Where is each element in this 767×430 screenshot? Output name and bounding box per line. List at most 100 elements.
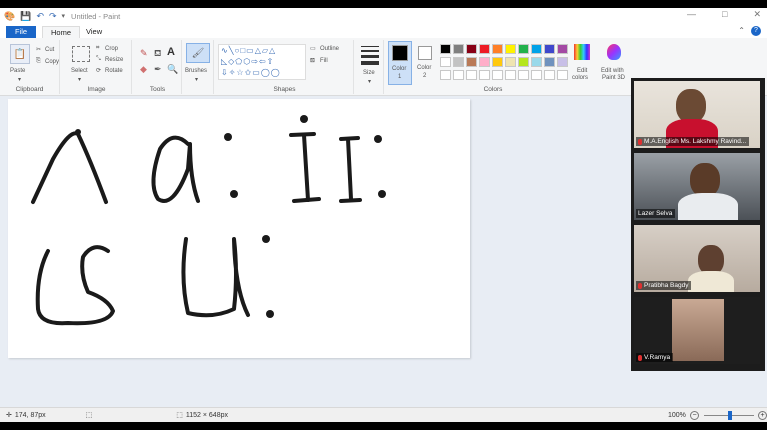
participant-name: Pratibha Bagdy	[644, 282, 689, 289]
color-picker-icon[interactable]: ✒	[154, 64, 162, 75]
undo-icon[interactable]: ↶	[36, 11, 44, 22]
color-swatch[interactable]	[518, 44, 529, 54]
cut-icon[interactable]: ✂	[36, 46, 41, 53]
crop-icon[interactable]: ⌗	[96, 45, 99, 52]
participant-tile[interactable]: M.A.English Ms. Lakshmy Ravind...	[634, 81, 760, 148]
color-swatch[interactable]	[453, 57, 464, 67]
color-swatch[interactable]	[531, 44, 542, 54]
custom-color-slot[interactable]	[466, 70, 477, 80]
participant-name-label: Pratibha Bagdy	[636, 281, 692, 290]
custom-color-slot[interactable]	[479, 70, 490, 80]
paste-button[interactable]: Paste	[10, 68, 25, 74]
copy-button[interactable]: Copy	[45, 59, 59, 65]
participant-tile[interactable]: Pratibha Bagdy	[634, 225, 760, 292]
color1-button[interactable]: Color 1	[388, 41, 412, 85]
paste-dropdown-icon[interactable]: ▾	[18, 76, 21, 83]
participant-name: Lazer Selva	[638, 210, 673, 217]
color-swatch[interactable]	[544, 44, 555, 54]
participant-tile[interactable]: Lazer Selva	[634, 153, 760, 220]
color-swatch[interactable]	[557, 44, 568, 54]
color-swatch[interactable]	[479, 57, 490, 67]
custom-color-slot[interactable]	[518, 70, 529, 80]
custom-color-slot[interactable]	[557, 70, 568, 80]
color-swatch[interactable]	[466, 44, 477, 54]
custom-color-slot[interactable]	[531, 70, 542, 80]
magnifier-icon[interactable]: 🔍	[167, 64, 178, 75]
fill-icon[interactable]: ⛾	[154, 48, 161, 60]
minimize-button[interactable]: —	[687, 9, 696, 20]
brushes-button[interactable]: Brushes	[185, 68, 207, 74]
color-swatch[interactable]	[492, 57, 503, 67]
edit-with-paint3d-button[interactable]: Edit with Paint 3D	[598, 42, 630, 86]
redo-icon[interactable]: ↷	[49, 11, 57, 22]
text-icon[interactable]: A	[167, 46, 175, 58]
edit-colors-button[interactable]: Edit colors	[570, 42, 594, 86]
color-swatch[interactable]	[518, 57, 529, 67]
color-swatch[interactable]	[479, 44, 490, 54]
zoom-in-button[interactable]: +	[758, 410, 767, 420]
resize-icon[interactable]: ⤡	[96, 56, 101, 63]
participant-tile[interactable]: V.Ramya	[634, 297, 760, 364]
custom-color-slot[interactable]	[492, 70, 503, 80]
cut-button[interactable]: Cut	[45, 47, 54, 53]
size-dropdown-icon[interactable]: ▾	[368, 78, 371, 85]
selection-size-icon: ⬚	[85, 412, 93, 419]
shapes-gallery[interactable]: ∿╲○□▭△▱△ ◺◇⬠⬡⇨⇦⇧ ⇩✧☆✩▭◯◯	[218, 44, 306, 80]
outline-icon[interactable]: ▭	[310, 45, 316, 52]
resize-button[interactable]: Resize	[105, 57, 123, 63]
image-label: Image	[87, 86, 106, 93]
color-swatch[interactable]	[453, 44, 464, 54]
select-button[interactable]: Select	[71, 68, 88, 74]
size-button[interactable]: Size	[363, 70, 375, 76]
zoom-slider-thumb[interactable]	[728, 411, 732, 420]
color-swatch[interactable]	[492, 44, 503, 54]
tab-file[interactable]: File	[6, 26, 36, 38]
custom-color-slot[interactable]	[453, 70, 464, 80]
color-swatch[interactable]	[440, 44, 451, 54]
copy-icon[interactable]: ⎘	[36, 58, 41, 65]
tab-view[interactable]: View	[78, 26, 110, 38]
customize-qat-icon[interactable]: ▾	[62, 12, 66, 20]
color-swatch[interactable]	[531, 57, 542, 67]
rotate-button[interactable]: Rotate	[105, 68, 123, 74]
zoom-out-button[interactable]: −	[690, 410, 699, 420]
custom-color-slot[interactable]	[544, 70, 555, 80]
outline-button[interactable]: Outline	[320, 46, 339, 52]
fill-button[interactable]: Fill	[320, 58, 328, 64]
pencil-icon[interactable]: ✎	[140, 48, 148, 59]
custom-color-slot[interactable]	[440, 70, 451, 80]
brush-icon[interactable]: 🖌	[186, 43, 210, 63]
color-swatch[interactable]	[557, 57, 568, 67]
brushes-dropdown-icon[interactable]: ▾	[195, 76, 198, 83]
participant-name-label: Lazer Selva	[636, 209, 676, 218]
stroke-caret	[31, 131, 108, 204]
stroke-i2-bottom	[339, 198, 362, 203]
color-swatch[interactable]	[505, 57, 516, 67]
shape-fill-icon[interactable]: ⛾	[310, 57, 315, 65]
select-dropdown-icon[interactable]: ▾	[78, 76, 81, 83]
quick-access-toolbar: 🎨 💾 ↶ ↷ ▾	[0, 11, 65, 22]
color-swatch[interactable]	[440, 57, 451, 67]
eraser-icon[interactable]: ◆	[140, 64, 147, 75]
rotate-icon[interactable]: ⟳	[96, 67, 101, 74]
color2-button[interactable]: Color 2	[414, 41, 438, 85]
brushes-group[interactable]: 🖌 Brushes ▾	[184, 40, 214, 94]
participant-name-label: M.A.English Ms. Lakshmy Ravind...	[636, 137, 750, 146]
size-icon[interactable]	[361, 46, 379, 65]
color-swatch[interactable]	[544, 57, 555, 67]
size-group[interactable]: Size ▾	[356, 40, 384, 94]
drawing-canvas[interactable]	[8, 99, 470, 358]
paste-icon[interactable]: 📋	[10, 44, 30, 64]
help-icon[interactable]: ?	[751, 26, 761, 36]
select-icon[interactable]	[72, 46, 90, 62]
colors-label: Colors	[483, 86, 503, 93]
color-swatch[interactable]	[505, 44, 516, 54]
crop-button[interactable]: Crop	[105, 46, 118, 52]
custom-color-slot[interactable]	[505, 70, 516, 80]
save-icon[interactable]: 💾	[20, 11, 31, 22]
collapse-ribbon-icon[interactable]: ⌃	[738, 26, 745, 35]
close-button[interactable]: ✕	[753, 9, 761, 20]
maximize-button[interactable]: □	[722, 9, 727, 20]
color-swatch[interactable]	[466, 57, 477, 67]
tab-home[interactable]: Home	[42, 26, 81, 38]
